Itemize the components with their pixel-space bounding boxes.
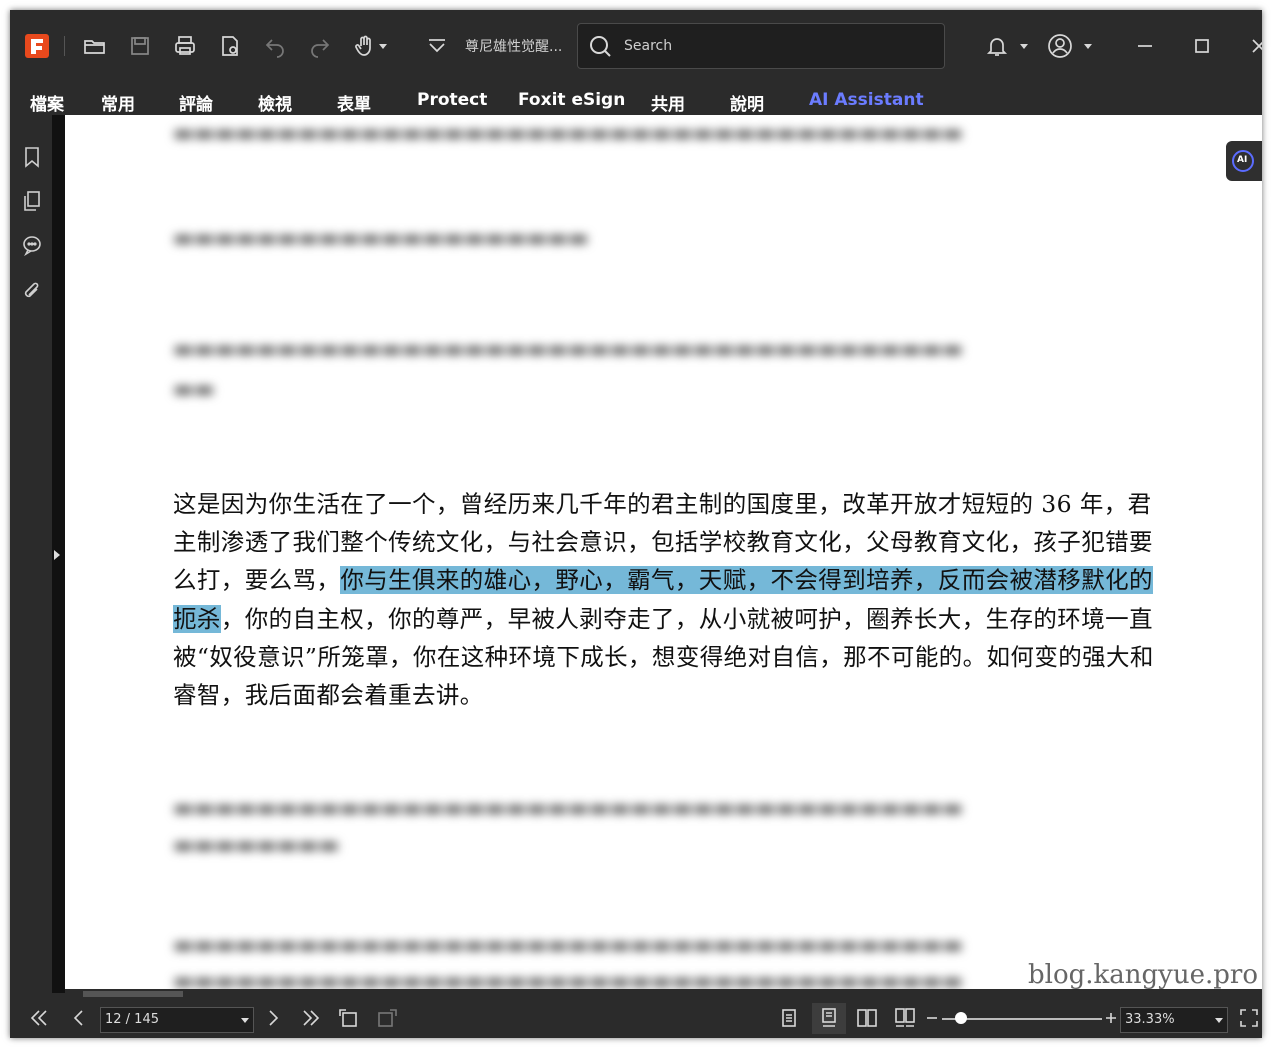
zoom-level: 33.33% [1125,1012,1175,1027]
zoom-slider-handle[interactable] [955,1012,968,1024]
chevron-down-icon[interactable] [1215,1018,1223,1023]
page-indicator: 12 / 145 [105,1012,159,1027]
first-page-icon[interactable] [28,1007,50,1029]
comments-icon[interactable] [21,234,43,257]
search-icon [590,36,611,57]
redo-icon[interactable] [305,31,335,61]
horizontal-scrollbar[interactable] [65,989,1262,999]
undo-icon[interactable] [260,31,290,61]
blurred-text: ▬▬▬▬▬▬▬▬▬▬▬▬▬▬▬▬▬▬▬▬▬▬▬▬▬▬▬▬▬▬▬▬▬▬▬▬▬▬ [173,969,963,989]
account-dropdown-icon[interactable] [1080,31,1096,61]
next-page-icon[interactable] [262,1007,284,1029]
tab-file[interactable]: 檔案 [30,90,64,115]
blurred-text: ▬▬▬▬▬▬▬▬▬▬▬▬▬▬▬▬▬▬▬▬▬▬▬▬▬▬▬▬▬▬▬▬▬▬▬▬▬▬ [173,337,963,362]
left-navigation-panel [10,115,52,993]
fullscreen-icon[interactable] [1238,1007,1260,1029]
torn-edge-decoration [1269,0,1281,1052]
attachment-icon[interactable] [21,280,43,302]
expand-panel-icon[interactable] [54,550,60,560]
continuous-facing-view-icon[interactable] [894,1007,916,1029]
blurred-text: ▬▬ [173,377,215,402]
maximize-icon[interactable] [1187,31,1217,61]
blurred-text: ▬▬▬▬▬▬▬▬▬▬▬▬▬▬▬▬▬▬▬▬ [173,226,589,251]
tab-view[interactable]: 檢視 [258,90,292,115]
blurred-text: ▬▬▬▬▬▬▬▬ [173,833,340,858]
previous-view-icon[interactable] [338,1007,360,1029]
highlighted-paragraph[interactable]: 这是因为你生活在了一个，曾经历来几千年的君主制的国度里，改革开放才短短的 36 … [173,485,1173,714]
account-icon[interactable] [1045,31,1075,61]
text-after-highlight[interactable]: ，你的自主权，你的尊严，早被人剥夺走了，从小就被呵护，圈养长大，生存的环境一直被… [173,605,1154,709]
tab-comment[interactable]: 評論 [179,90,213,115]
hand-tool-dropdown-icon[interactable] [376,31,390,61]
save-icon[interactable] [125,31,155,61]
notification-dropdown-icon[interactable] [1016,31,1032,61]
facing-view-icon[interactable] [856,1007,878,1029]
chevron-down-icon[interactable] [241,1018,249,1023]
customize-toolbar-icon[interactable] [422,31,452,61]
ribbon-tabs: 檔案 常用 評論 檢視 表單 Protect Foxit eSign 共用 說明… [10,81,1262,119]
page-number-input[interactable]: 12 / 145 [100,1007,254,1033]
continuous-view-icon[interactable] [818,1007,840,1029]
last-page-icon[interactable] [300,1007,322,1029]
foxit-window: 尊尼雄性觉醒... Search 檔案 常用 評論 檢視 表單 Protect … [10,10,1262,1038]
tab-home[interactable]: 常用 [101,90,135,115]
scrollbar-thumb[interactable] [83,991,183,997]
bookmark-icon[interactable] [21,146,43,168]
bell-icon[interactable] [982,31,1012,61]
ai-assistant-button[interactable]: AI [1226,141,1262,181]
page-properties-icon[interactable] [215,31,245,61]
ai-label: AI [1237,155,1248,165]
print-icon[interactable] [170,31,200,61]
close-icon[interactable] [1244,31,1262,61]
document-page: ▬▬▬▬▬▬▬▬▬▬▬▬▬▬▬▬▬▬▬▬▬▬▬▬▬▬▬▬▬▬▬▬▬▬▬▬▬▬ ▬… [65,115,1262,989]
tab-form[interactable]: 表單 [337,90,371,115]
tab-foxit-esign[interactable]: Foxit eSign [518,90,625,110]
tab-ai-assistant[interactable]: AI Assistant [809,90,924,110]
titlebar: 尊尼雄性觉醒... Search [10,10,1262,81]
tab-share[interactable]: 共用 [651,90,685,115]
blurred-text: ▬▬▬▬▬▬▬▬▬▬▬▬▬▬▬▬▬▬▬▬▬▬▬▬▬▬▬▬▬▬▬▬▬▬▬▬▬▬ [173,121,963,146]
search-input[interactable]: Search [577,23,945,69]
page-thumbnails-icon[interactable] [21,190,43,212]
next-view-icon[interactable] [376,1007,398,1029]
document-name[interactable]: 尊尼雄性觉醒... [465,36,562,56]
divider [64,36,65,56]
status-bar: 12 / 145 33.33% [10,999,1262,1038]
zoom-in-icon[interactable] [1104,1007,1118,1029]
minimize-icon[interactable] [1130,31,1160,61]
open-folder-icon[interactable] [80,31,110,61]
foxit-logo-icon[interactable] [25,34,49,58]
previous-page-icon[interactable] [68,1007,90,1029]
tab-protect[interactable]: Protect [417,90,487,110]
blurred-text: ▬▬▬▬▬▬▬▬▬▬▬▬▬▬▬▬▬▬▬▬▬▬▬▬▬▬▬▬▬▬▬▬▬▬▬▬▬▬ [173,933,963,958]
zoom-level-input[interactable]: 33.33% [1120,1007,1228,1033]
zoom-out-icon[interactable] [925,1007,939,1029]
watermark: blog.kangyue.pro [1028,960,1258,990]
single-page-view-icon[interactable] [778,1007,800,1029]
search-placeholder: Search [624,38,673,54]
tab-help[interactable]: 說明 [730,90,764,115]
blurred-text: ▬▬▬▬▬▬▬▬▬▬▬▬▬▬▬▬▬▬▬▬▬▬▬▬▬▬▬▬▬▬▬▬▬▬▬▬▬▬ [173,796,963,821]
